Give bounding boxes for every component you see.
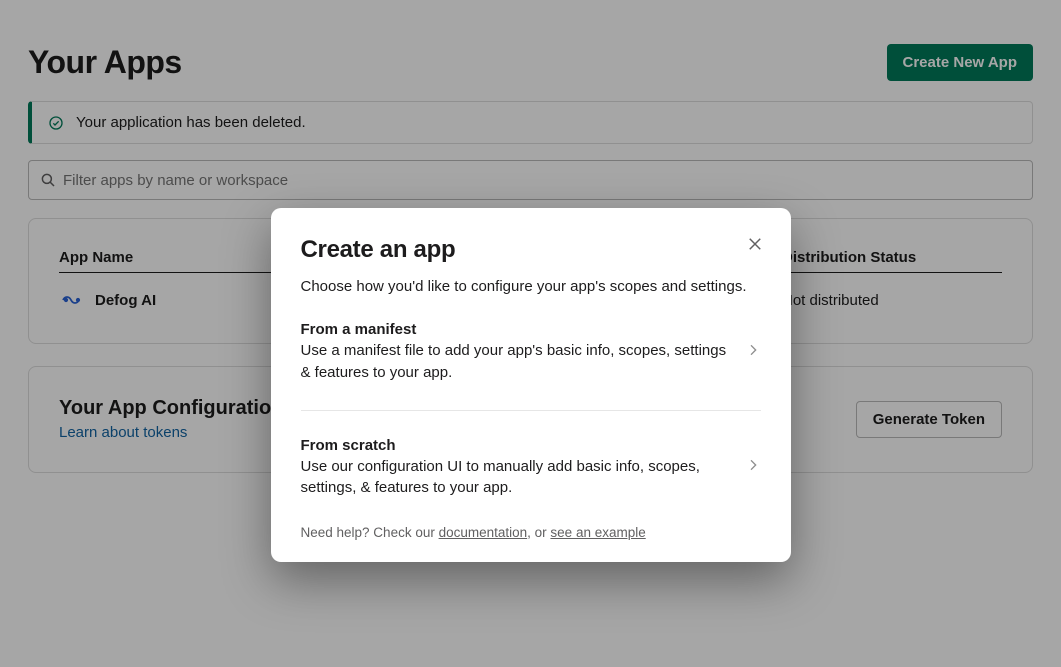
create-app-modal: Create an app Choose how you'd like to c… — [271, 208, 791, 562]
chevron-right-icon — [745, 342, 761, 363]
see-example-link[interactable]: see an example — [550, 525, 645, 540]
help-mid: , or — [527, 525, 550, 540]
modal-subtitle: Choose how you'd like to configure your … — [301, 278, 761, 295]
option-from-scratch[interactable]: From scratch Use our configuration UI to… — [301, 431, 761, 506]
option-scratch-title: From scratch — [301, 437, 729, 454]
chevron-right-icon — [745, 457, 761, 478]
divider — [301, 410, 761, 411]
help-prefix: Need help? Check our — [301, 525, 439, 540]
documentation-link[interactable]: documentation — [439, 525, 528, 540]
modal-title: Create an app — [301, 236, 761, 264]
option-manifest-title: From a manifest — [301, 321, 729, 338]
close-icon[interactable] — [741, 230, 769, 258]
option-manifest-desc: Use a manifest file to add your app's ba… — [301, 340, 729, 384]
help-text: Need help? Check our documentation, or s… — [301, 525, 761, 540]
option-from-manifest[interactable]: From a manifest Use a manifest file to a… — [301, 315, 761, 390]
modal-overlay: Create an app Choose how you'd like to c… — [0, 0, 1061, 667]
option-scratch-desc: Use our configuration UI to manually add… — [301, 456, 729, 500]
